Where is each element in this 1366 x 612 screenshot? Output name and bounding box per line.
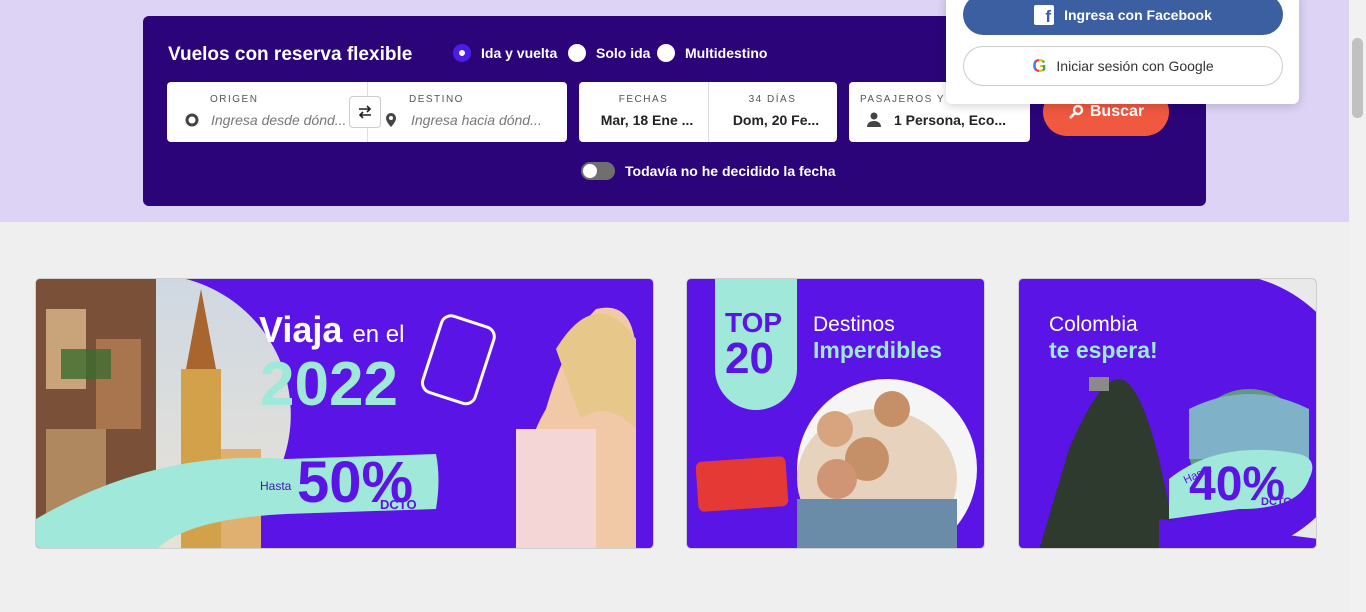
origin-label: ORIGEN xyxy=(210,94,259,105)
banner2-top: TOP xyxy=(725,307,783,338)
scrollbar-thumb[interactable] xyxy=(1352,38,1363,118)
promo-banner-2022[interactable]: Viaja en el 2022 Hasta 50% DCTO xyxy=(35,278,654,549)
banner2-line2: Imperdibles xyxy=(813,337,943,363)
trip-type-round-trip[interactable]: Ida y vuelta xyxy=(453,44,557,62)
location-pin-icon xyxy=(386,113,396,127)
person-icon xyxy=(867,112,881,127)
search-title: Vuelos con reserva flexible xyxy=(168,44,413,65)
destination-label: DESTINO xyxy=(409,94,464,105)
radio-icon xyxy=(568,44,586,62)
banner1-dcto: DCTO xyxy=(380,497,417,512)
magnifier-icon xyxy=(1068,104,1084,119)
origin-field[interactable]: ORIGEN Ingresa desde dónd... xyxy=(167,82,367,142)
search-button-label: Buscar xyxy=(1089,103,1145,120)
facebook-login-button[interactable]: f Ingresa con Facebook xyxy=(963,0,1283,35)
radio-icon xyxy=(657,44,675,62)
trip-type-one-way[interactable]: Solo ida xyxy=(568,44,650,62)
trip-type-label: Solo ida xyxy=(596,45,651,61)
promo-banner-top20[interactable]: TOP 20 Destinos Imperdibles xyxy=(686,278,985,549)
date-fields: FECHAS Mar, 18 Ene ... 34 DÍAS Dom, 20 F… xyxy=(579,82,837,142)
trip-type-label: Ida y vuelta xyxy=(481,45,558,61)
toggle-switch[interactable] xyxy=(581,162,615,180)
trip-type-multi-destination[interactable]: Multidestino xyxy=(657,44,767,62)
passengers-value: 1 Persona, Eco... xyxy=(894,112,1007,128)
trip-type-label: Multidestino xyxy=(685,45,768,61)
banner3-line2: te espera! xyxy=(1049,337,1158,363)
radio-selected-icon xyxy=(453,44,471,62)
page-scrollbar[interactable] xyxy=(1349,0,1366,612)
facebook-login-label: Ingresa con Facebook xyxy=(1064,6,1212,23)
google-icon: G xyxy=(1032,55,1047,76)
return-date-field[interactable]: 34 DÍAS Dom, 20 Fe... xyxy=(708,82,837,142)
destination-input[interactable]: Ingresa hacia dónd... xyxy=(411,112,553,128)
banner1-hasta: Hasta xyxy=(260,479,292,493)
origin-input[interactable]: Ingresa desde dónd... xyxy=(211,112,351,128)
origin-circle-icon xyxy=(185,113,199,127)
banner2-number: 20 xyxy=(725,334,774,383)
dates-label: FECHAS xyxy=(618,94,669,105)
departure-date-field[interactable]: FECHAS Mar, 18 Ene ... xyxy=(579,82,708,142)
return-date-value: Dom, 20 Fe... xyxy=(732,112,820,128)
promo-banner-colombia[interactable]: Colombia te espera! Hasta 40% DCTO xyxy=(1018,278,1317,549)
undecided-date-toggle[interactable]: Todavía no he decidido la fecha xyxy=(581,162,836,180)
days-label: 34 DÍAS xyxy=(748,94,797,105)
google-login-label: Iniciar sesión con Google xyxy=(1056,58,1214,74)
departure-date-value: Mar, 18 Ene ... xyxy=(600,112,694,128)
destination-field[interactable]: DESTINO Ingresa hacia dónd... xyxy=(367,82,567,142)
banner3-line1: Colombia xyxy=(1049,313,1138,336)
banner1-viaja: Viaja en el xyxy=(259,309,405,350)
facebook-icon: f xyxy=(1034,4,1055,25)
banner2-line1: Destinos xyxy=(813,313,895,336)
google-login-button[interactable]: G Iniciar sesión con Google xyxy=(963,46,1283,86)
undecided-date-label: Todavía no he decidido la fecha xyxy=(625,163,836,179)
login-popover: f Ingresa con Facebook G Iniciar sesión … xyxy=(946,0,1299,104)
banner3-dcto: DCTO xyxy=(1261,496,1292,508)
swap-arrows-icon xyxy=(358,105,372,119)
banner1-year: 2022 xyxy=(260,350,398,419)
route-fields: ORIGEN Ingresa desde dónd... DESTINO Ing… xyxy=(167,82,567,142)
swap-route-button[interactable] xyxy=(349,96,381,128)
